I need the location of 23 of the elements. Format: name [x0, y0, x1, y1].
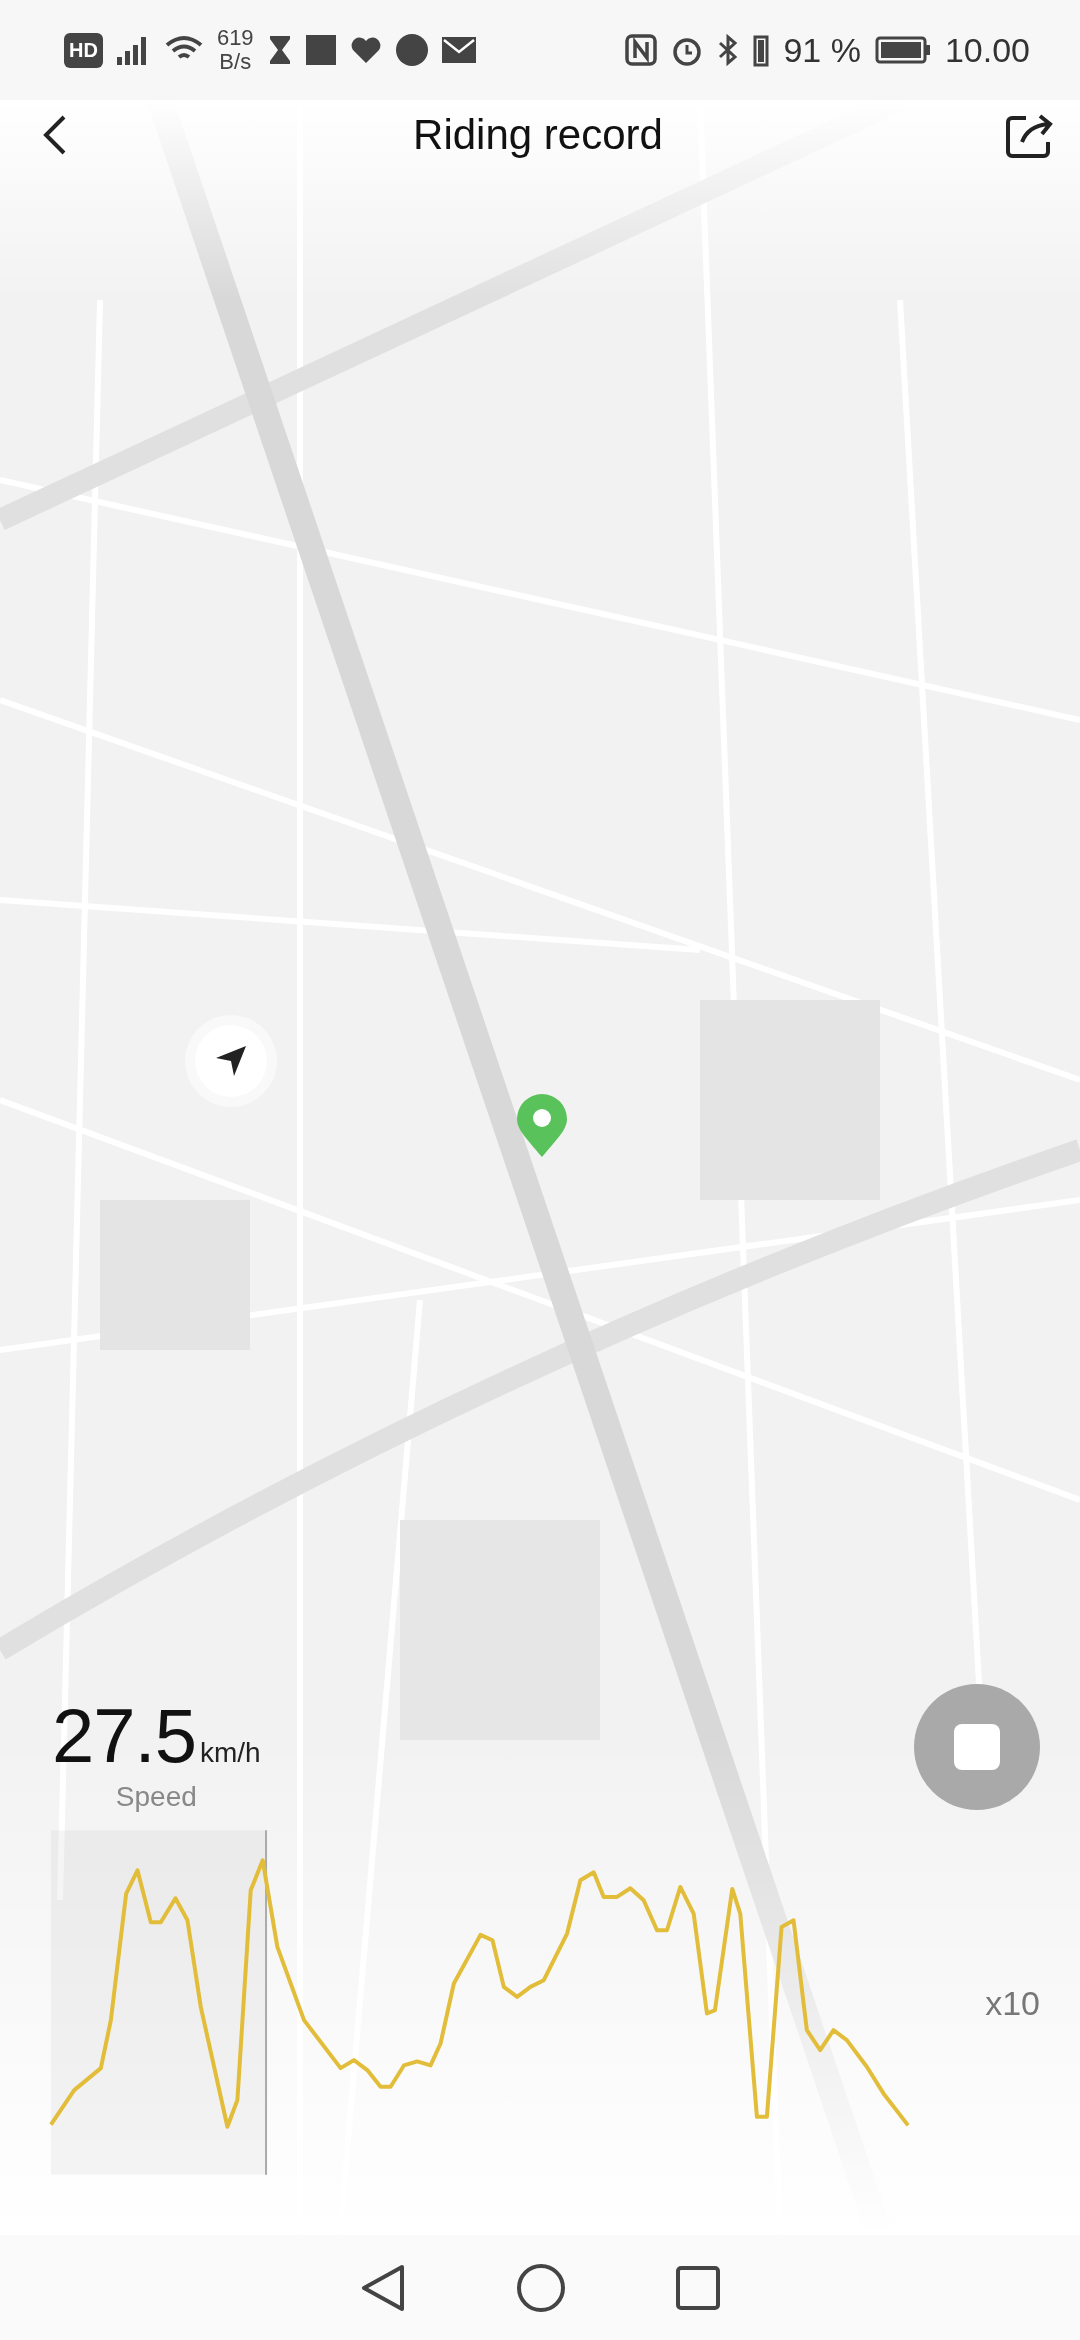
nfc-icon: [625, 34, 658, 66]
mail-icon: [441, 37, 476, 63]
page-title: Riding record: [413, 111, 663, 159]
battery-icon: [874, 36, 931, 64]
zoom-level: x10: [985, 1984, 1040, 2023]
bluetooth-icon: [717, 34, 740, 66]
home-nav-icon[interactable]: [516, 2262, 566, 2313]
hourglass-icon: [267, 34, 292, 66]
heart-icon: [349, 36, 382, 64]
battery-small-icon: [753, 33, 770, 67]
battery-percent: 91 %: [783, 30, 861, 70]
network-badge: HD: [64, 32, 103, 68]
back-nav-icon[interactable]: [360, 2262, 406, 2313]
navigation-arrow-icon: [214, 1044, 248, 1078]
speed-label: Speed: [115, 1781, 197, 1813]
speed-unit: km/h: [199, 1737, 261, 1769]
data-rate: 619 B/s: [216, 25, 254, 75]
speed-value: 27.5: [52, 1692, 196, 1779]
app-square-icon: [305, 35, 336, 65]
clock-time: 10.00: [944, 30, 1030, 70]
share-button[interactable]: [1006, 112, 1056, 158]
recents-nav-icon[interactable]: [676, 2265, 720, 2310]
map-pin-icon: [515, 1093, 569, 1159]
